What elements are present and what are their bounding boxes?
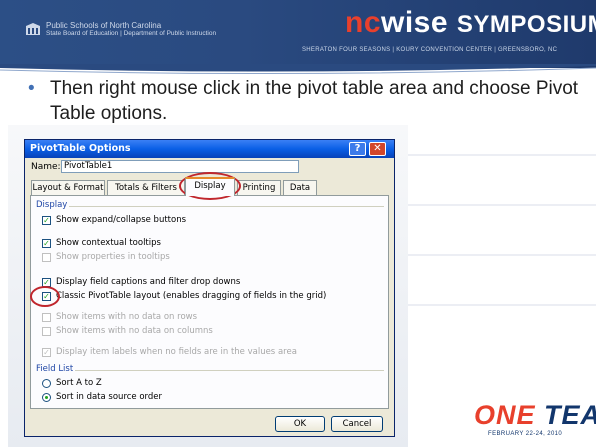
background-grid-lines xyxy=(408,154,596,306)
state-building-icon xyxy=(26,23,40,35)
show-items-no-data-columns-label: Show items with no data on columns xyxy=(56,326,213,336)
tab-layout-format[interactable]: Layout & Format xyxy=(31,180,105,195)
title-symposium: SYMPOSIUM xyxy=(456,11,596,38)
dialog-title: PivotTable Options xyxy=(30,143,131,154)
tab-data[interactable]: Data xyxy=(283,180,317,195)
symposium-title: ncwise SYMPOSIUM xyxy=(345,6,596,40)
event-dates: FEBRUARY 22-24, 2010 xyxy=(488,431,563,437)
help-button[interactable]: ? xyxy=(349,142,366,156)
show-items-no-data-columns-checkbox xyxy=(42,327,51,336)
field-list-section-divider xyxy=(75,370,384,371)
sort-data-source-order-label: Sort in data source order xyxy=(56,392,163,402)
sort-a-to-z-radio[interactable] xyxy=(42,379,51,388)
sort-data-source-order-radio[interactable] xyxy=(42,393,51,402)
show-contextual-tooltips-checkbox[interactable]: ✓ xyxy=(42,239,51,248)
cancel-button[interactable]: Cancel xyxy=(331,416,383,432)
dialog-title-bar[interactable]: PivotTable Options ? ✕ xyxy=(25,140,394,158)
close-button[interactable]: ✕ xyxy=(369,142,386,156)
one-team-one: ONE xyxy=(474,400,536,430)
show-properties-tooltips-label: Show properties in tooltips xyxy=(56,252,170,262)
tab-totals-filters[interactable]: Totals & Filters xyxy=(107,180,185,195)
radio-selected-dot xyxy=(45,396,48,399)
one-team-logo: ONE TEAM xyxy=(474,400,596,431)
show-items-no-data-rows-checkbox xyxy=(42,313,51,322)
display-item-labels-checkbox: ✓ xyxy=(42,348,51,357)
show-properties-tooltips-checkbox xyxy=(42,253,51,262)
display-field-captions-label: Display field captions and filter drop d… xyxy=(56,277,241,287)
field-list-section-label: Field List xyxy=(36,364,74,374)
sort-a-to-z-label: Sort A to Z xyxy=(56,378,102,388)
show-contextual-tooltips-label: Show contextual tooltips xyxy=(56,238,161,248)
classic-layout-highlight-ring xyxy=(30,286,60,307)
display-item-labels-label: Display item labels when no fields are i… xyxy=(56,347,297,357)
tab-printing[interactable]: Printing xyxy=(237,180,281,195)
show-expand-collapse-checkbox[interactable]: ✓ xyxy=(42,216,51,225)
header-banner: Public Schools of North Carolina State B… xyxy=(0,0,596,68)
pivottable-options-dialog: PivotTable Options ? ✕ Name: PivotTable1… xyxy=(24,139,395,437)
title-wise: wise xyxy=(381,6,457,39)
one-team-team: TEAM xyxy=(544,400,596,430)
title-nc: nc xyxy=(345,6,382,39)
ok-button[interactable]: OK xyxy=(275,416,325,432)
show-expand-collapse-label: Show expand/collapse buttons xyxy=(56,215,187,225)
name-input[interactable]: PivotTable1 xyxy=(61,160,299,173)
header-swoosh xyxy=(0,64,596,75)
venue-subtitle: SHERATON FOUR SEASONS | KOURY CONVENTION… xyxy=(302,47,558,53)
display-section-divider xyxy=(69,206,384,207)
name-label: Name: xyxy=(31,162,61,172)
instruction-text: Then right mouse click in the pivot tabl… xyxy=(50,78,579,124)
display-tab-panel: Display ✓ Show expand/collapse buttons ✓… xyxy=(30,195,389,409)
bullet-dot: • xyxy=(28,78,35,99)
classic-pivottable-layout-label: Classic PivotTable layout (enables dragg… xyxy=(56,291,327,301)
show-items-no-data-rows-label: Show items with no data on rows xyxy=(56,312,198,322)
org-department: State Board of Education | Department of… xyxy=(46,30,217,37)
org-name: Public Schools of North Carolina xyxy=(46,21,162,30)
display-section-label: Display xyxy=(36,200,68,210)
tab-display[interactable]: Display xyxy=(185,177,235,196)
